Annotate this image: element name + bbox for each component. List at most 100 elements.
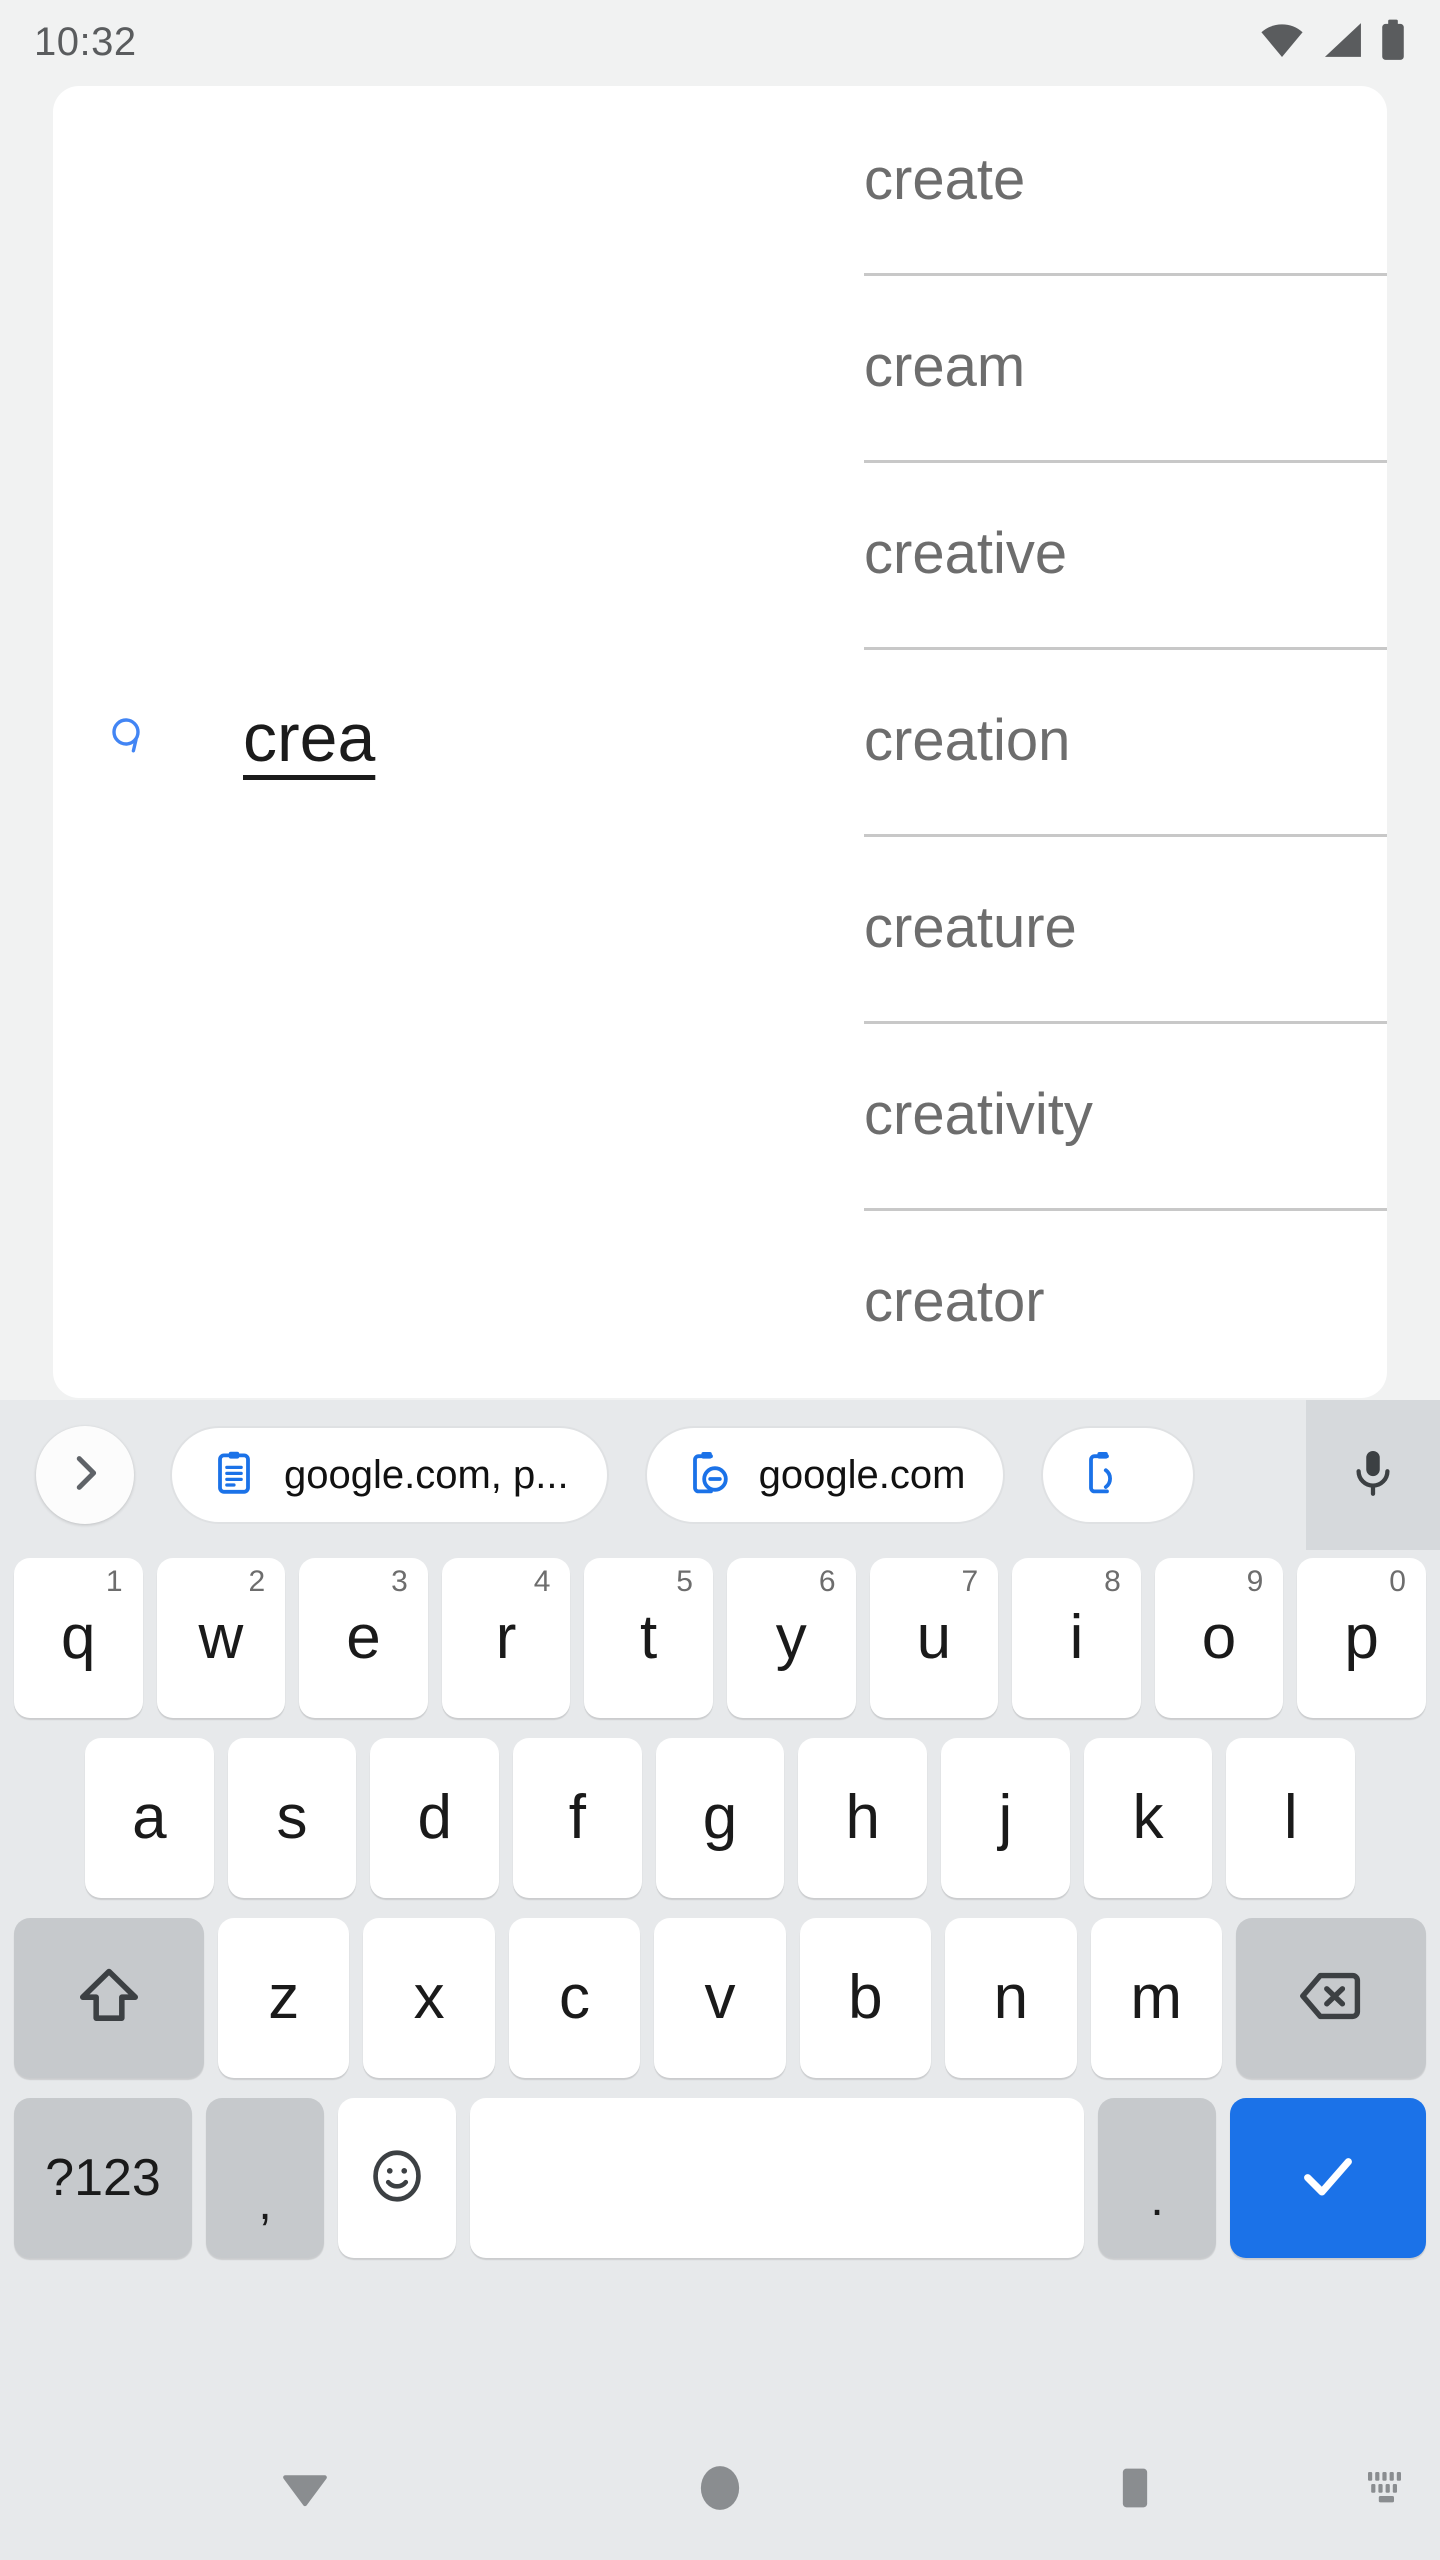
key-label: .	[1150, 2173, 1164, 2226]
suggestion-list: create cream creative creation creature …	[811, 86, 1387, 1398]
clipboard-suggestion-strip: google.com, p... google.com	[0, 1400, 1440, 1550]
suggestion-item-creativity[interactable]: creativity	[811, 1021, 1387, 1208]
chevron-right-icon	[62, 1450, 108, 1501]
key-backspace[interactable]	[1235, 1918, 1426, 2078]
suggestion-label: creative	[864, 520, 1068, 586]
key-label: u	[916, 1603, 952, 1672]
soft-keyboard: google.com, p... google.com q 1 w 2 e 3 …	[0, 1400, 1440, 2420]
suggestion-item-creative[interactable]: creative	[811, 460, 1387, 647]
key-symbols[interactable]: ?123	[14, 2098, 192, 2258]
suggestion-label: creator	[864, 1268, 1045, 1334]
clipboard-chip-link[interactable]: google.com	[644, 1426, 1006, 1524]
microphone-icon	[1346, 1446, 1400, 1505]
key-period[interactable]: .	[1098, 2098, 1216, 2258]
battery-icon	[1380, 19, 1406, 66]
key-label: x	[413, 1963, 445, 2032]
keyboard-switch-icon	[1364, 2468, 1416, 2513]
key-k[interactable]: k	[1083, 1738, 1213, 1898]
key-label: q	[61, 1603, 96, 1672]
key-y[interactable]: y 6	[726, 1558, 856, 1718]
composing-text[interactable]: crea	[243, 704, 375, 772]
backspace-icon	[1295, 1960, 1367, 2037]
suggestion-label: creation	[864, 707, 1071, 773]
nav-back-button[interactable]	[225, 2420, 385, 2560]
key-m[interactable]: m	[1090, 1918, 1222, 2078]
key-d[interactable]: d	[370, 1738, 500, 1898]
key-h[interactable]: h	[798, 1738, 928, 1898]
key-spacebar[interactable]	[470, 2098, 1084, 2258]
key-label: r	[495, 1603, 517, 1672]
keyboard-row-4: ?123 , .	[0, 2098, 1440, 2278]
expand-toolbar-button[interactable]	[36, 1426, 134, 1524]
nav-ime-switcher-button[interactable]	[1340, 2420, 1440, 2560]
suggestion-item-creature[interactable]: creature	[811, 834, 1387, 1021]
key-label: w	[198, 1603, 244, 1672]
key-enter[interactable]	[1230, 2098, 1426, 2258]
suggestion-label: creature	[864, 894, 1077, 960]
key-w[interactable]: w 2	[156, 1558, 286, 1718]
key-j[interactable]: j	[941, 1738, 1070, 1898]
key-b[interactable]: b	[799, 1918, 932, 2078]
key-p[interactable]: p 0	[1297, 1558, 1426, 1718]
key-label: m	[1130, 1963, 1183, 2032]
nav-recents-button[interactable]	[1055, 2420, 1215, 2560]
key-n[interactable]: n	[945, 1918, 1077, 2078]
suggestion-item-creation[interactable]: creation	[811, 647, 1387, 834]
down-triangle-icon	[273, 2456, 337, 2525]
check-icon	[1295, 2143, 1361, 2214]
clipboard-chip-text[interactable]: google.com, p...	[170, 1426, 609, 1524]
key-label: t	[640, 1603, 658, 1672]
key-q[interactable]: q 1	[14, 1558, 143, 1718]
key-secondary-label: 7	[961, 1565, 979, 1598]
clipboard-chip-label: google.com, p...	[284, 1452, 569, 1497]
key-t[interactable]: t 5	[584, 1558, 713, 1718]
key-label: g	[702, 1783, 738, 1852]
key-comma[interactable]: ,	[206, 2098, 324, 2258]
key-a[interactable]: a	[85, 1738, 214, 1898]
key-e[interactable]: e 3	[299, 1558, 428, 1718]
key-secondary-label: 4	[533, 1565, 551, 1598]
key-label: c	[559, 1963, 591, 2032]
key-secondary-label: 9	[1246, 1565, 1264, 1598]
key-c[interactable]: c	[508, 1918, 641, 2078]
key-label: h	[845, 1783, 880, 1852]
clipboard-link-icon	[685, 1449, 733, 1502]
clipboard-chip-label: google.com	[758, 1452, 966, 1497]
key-label: p	[1344, 1603, 1379, 1672]
clipboard-chip-partial[interactable]	[1041, 1426, 1196, 1524]
navigation-bar	[0, 2420, 1440, 2560]
nav-home-button[interactable]	[640, 2420, 800, 2560]
key-emoji[interactable]	[338, 2098, 456, 2258]
key-i[interactable]: i 8	[1012, 1558, 1141, 1718]
shift-icon	[74, 1961, 144, 2036]
circle-icon	[692, 2460, 748, 2521]
key-label: d	[417, 1783, 452, 1852]
key-v[interactable]: v	[654, 1918, 786, 2078]
key-secondary-label: 3	[391, 1565, 408, 1598]
key-u[interactable]: u 7	[869, 1558, 999, 1718]
suggestion-item-cream[interactable]: cream	[811, 273, 1387, 460]
suggestion-item-creator[interactable]: creator	[811, 1208, 1387, 1395]
key-z[interactable]: z	[218, 1918, 350, 2078]
key-label: v	[704, 1963, 736, 2032]
key-r[interactable]: r 4	[441, 1558, 571, 1718]
suggestion-label: creativity	[864, 1081, 1093, 1147]
key-l[interactable]: l	[1226, 1738, 1356, 1898]
suggestion-item-create[interactable]: create	[811, 86, 1387, 273]
key-s[interactable]: s	[227, 1738, 357, 1898]
voice-input-button[interactable]	[1306, 1400, 1440, 1550]
key-label: j	[998, 1783, 1013, 1852]
key-secondary-label: 0	[1389, 1565, 1406, 1598]
key-secondary-label: 1	[105, 1565, 123, 1598]
key-g[interactable]: g	[655, 1738, 785, 1898]
key-x[interactable]: x	[363, 1918, 495, 2078]
status-bar-icons	[1260, 19, 1406, 66]
key-o[interactable]: o 9	[1154, 1558, 1284, 1718]
suggestion-label: cream	[864, 333, 1026, 399]
key-label: i	[1069, 1603, 1084, 1672]
key-shift[interactable]	[14, 1918, 204, 2078]
text-cursor-handle-icon[interactable]	[107, 714, 155, 762]
key-f[interactable]: f	[513, 1738, 642, 1898]
key-secondary-label: 8	[1104, 1565, 1121, 1598]
key-label: n	[993, 1963, 1029, 2032]
